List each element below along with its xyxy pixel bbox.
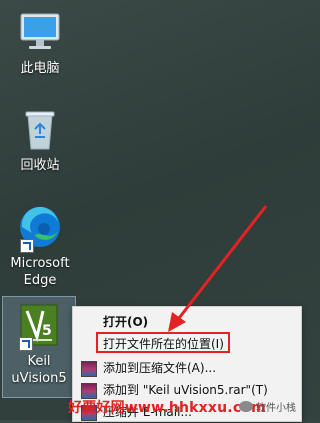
- wechat-icon: [239, 401, 253, 412]
- watermark-wechat: 软件小栈: [239, 399, 296, 414]
- annotation-arrow: [168, 205, 268, 332]
- watermark-url: 好要好网www.hhkxxu.com: [68, 400, 266, 416]
- watermark-wechat-text: 软件小栈: [256, 403, 296, 414]
